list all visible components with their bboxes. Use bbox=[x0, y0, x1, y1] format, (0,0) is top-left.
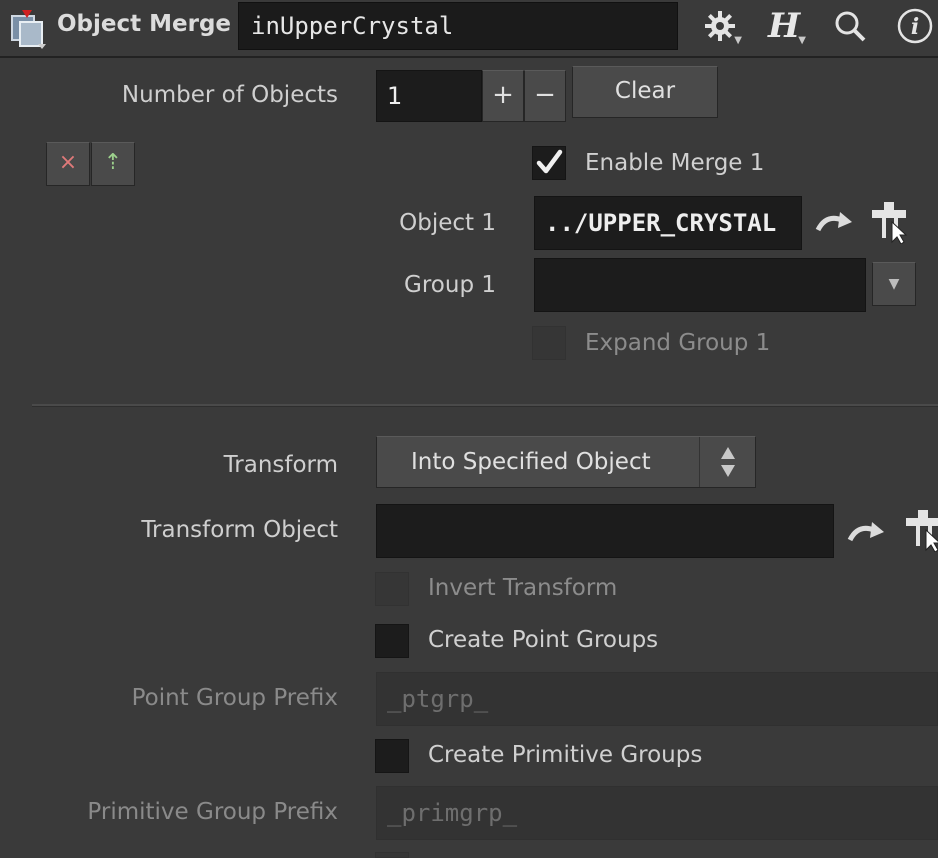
group-label: Group 1 bbox=[404, 272, 496, 298]
houdini-help-icon[interactable]: H ▼ bbox=[762, 4, 806, 48]
expand-group-label: Expand Group 1 bbox=[585, 330, 771, 356]
insert-instance-button[interactable]: ⇡ bbox=[91, 142, 135, 186]
create-point-groups-checkbox[interactable] bbox=[375, 624, 409, 658]
transform-object-label: Transform Object bbox=[141, 517, 338, 543]
chevron-down-icon: ▼ bbox=[888, 276, 900, 292]
transform-dropdown[interactable]: Into Specified Object bbox=[376, 436, 756, 488]
create-point-groups-label: Create Point Groups bbox=[428, 627, 659, 653]
invert-transform-checkbox[interactable] bbox=[375, 572, 409, 606]
node-type-label: Object Merge bbox=[57, 11, 232, 37]
group-input[interactable] bbox=[534, 258, 866, 312]
invert-transform-label: Invert Transform bbox=[428, 575, 618, 601]
enable-merge-label: Enable Merge 1 bbox=[585, 150, 765, 176]
transform-object-input[interactable] bbox=[376, 504, 834, 558]
operator-chooser-icon[interactable] bbox=[902, 508, 938, 552]
enable-merge-checkbox[interactable] bbox=[532, 146, 566, 180]
add-object-button[interactable]: + bbox=[482, 70, 524, 122]
parameter-header: Object Merge inUpperCrystal ▼ H ▼ i bbox=[0, 0, 938, 58]
primitive-group-prefix-input[interactable]: _primgrp_ bbox=[376, 786, 938, 840]
number-of-objects-label: Number of Objects bbox=[121, 82, 338, 108]
svg-text:i: i bbox=[911, 14, 919, 40]
search-icon[interactable] bbox=[828, 4, 872, 48]
clear-button[interactable]: Clear bbox=[572, 66, 718, 118]
expand-group-checkbox[interactable] bbox=[532, 326, 566, 360]
operator-chooser-icon[interactable] bbox=[868, 200, 916, 245]
checkmark-icon bbox=[536, 149, 563, 174]
up-down-arrows-icon bbox=[699, 437, 756, 487]
create-primitive-groups-checkbox[interactable] bbox=[375, 739, 409, 773]
remove-object-button[interactable]: − bbox=[524, 70, 566, 122]
gear-icon[interactable]: ▼ bbox=[698, 4, 742, 48]
object-label: Object 1 bbox=[399, 210, 496, 236]
number-of-objects-input[interactable]: 1 bbox=[376, 70, 482, 122]
object-merge-node-icon[interactable] bbox=[8, 8, 50, 50]
node-name-input[interactable]: inUpperCrystal bbox=[238, 2, 678, 50]
info-icon[interactable]: i bbox=[893, 4, 937, 48]
jump-to-operator-icon[interactable] bbox=[846, 516, 886, 550]
remove-instance-button[interactable]: × bbox=[46, 142, 90, 186]
jump-to-operator-icon[interactable] bbox=[814, 206, 854, 240]
next-checkbox-partial[interactable] bbox=[375, 852, 409, 858]
group-menu-button[interactable]: ▼ bbox=[872, 262, 916, 306]
create-primitive-groups-label: Create Primitive Groups bbox=[428, 742, 703, 768]
section-divider bbox=[32, 404, 938, 407]
transform-dropdown-value: Into Specified Object bbox=[411, 449, 651, 475]
object-path-input[interactable]: ../UPPER_CRYSTAL bbox=[534, 196, 802, 250]
primitive-group-prefix-label: Primitive Group Prefix bbox=[87, 799, 338, 825]
chevron-down-icon: ▼ bbox=[734, 35, 742, 46]
point-group-prefix-label: Point Group Prefix bbox=[131, 685, 338, 711]
chevron-down-icon: ▼ bbox=[798, 35, 806, 46]
point-group-prefix-input[interactable]: _ptgrp_ bbox=[376, 672, 938, 726]
transform-label: Transform bbox=[223, 452, 338, 478]
